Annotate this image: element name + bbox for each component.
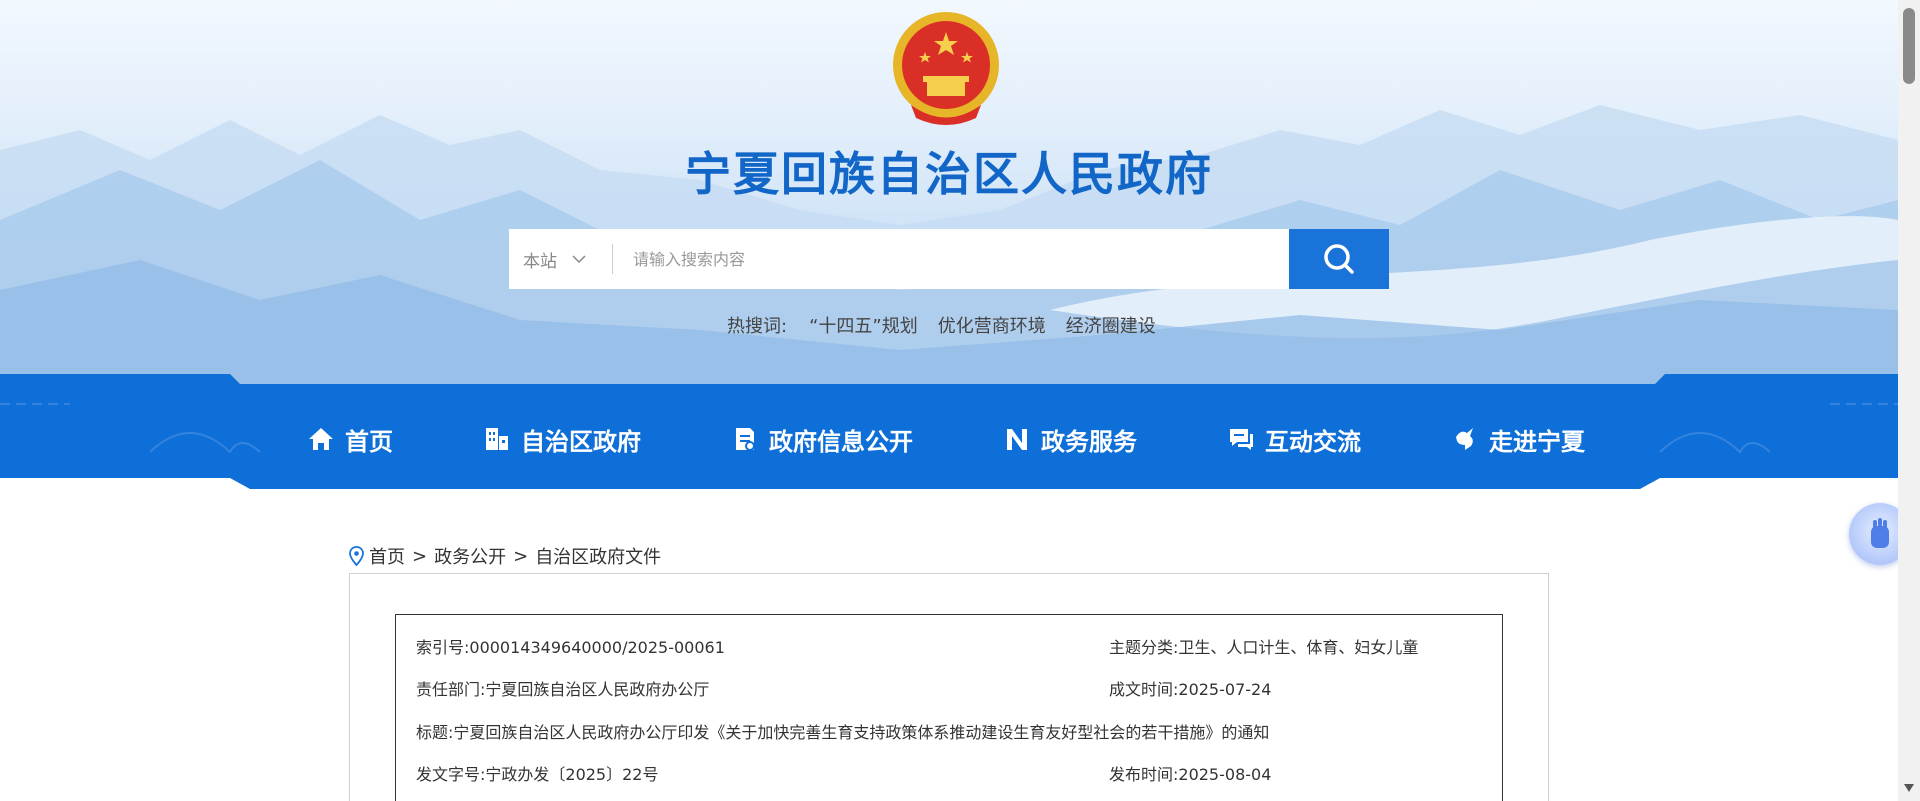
- search-scope-select[interactable]: 本站: [509, 229, 612, 289]
- header-banner: 宁夏回族自治区人民政府 本站 热搜词: “十四五”规划 优化营商环境 经济圈建设: [0, 0, 1898, 390]
- meta-subject: 主题分类:卫生、人口计生、体育、妇女儿童: [1109, 638, 1419, 657]
- location-pin-icon: [349, 546, 364, 566]
- nav-item-label: 政务服务: [1041, 427, 1137, 456]
- scrollbar-thumb[interactable]: [1903, 8, 1915, 84]
- nav-item-label: 走进宁夏: [1489, 427, 1585, 456]
- meta-publish-date: 发布时间:2025-08-04: [1109, 765, 1272, 784]
- nav-item-interaction[interactable]: 互动交流: [1227, 422, 1361, 457]
- nav-item-info-disclosure[interactable]: 政府信息公开: [731, 422, 913, 457]
- breadcrumb-affairs[interactable]: 政务公开: [434, 543, 506, 569]
- bird-icon: [1456, 428, 1473, 450]
- home-icon: [309, 428, 333, 450]
- document-meta-table: 索引号:000014349640000/2025-00061 主题分类:卫生、人…: [395, 614, 1503, 801]
- nav-item-label: 互动交流: [1265, 427, 1361, 456]
- meta-department: 责任部门:宁夏回族自治区人民政府办公厅: [416, 680, 710, 699]
- nav-item-about-ningxia[interactable]: 走进宁夏: [1451, 422, 1585, 457]
- national-emblem-icon: [893, 12, 999, 125]
- meta-doc-no: 发文字号:宁政办发〔2025〕22号: [416, 765, 659, 784]
- search-button[interactable]: [1289, 229, 1389, 289]
- breadcrumb: 首页 > 政务公开 > 自治区政府文件: [348, 543, 661, 569]
- nav-item-label: 政府信息公开: [769, 427, 913, 456]
- nav-item-government[interactable]: 自治区政府: [483, 422, 641, 457]
- nav-item-services[interactable]: 政务服务: [1003, 422, 1137, 457]
- breadcrumb-current[interactable]: 自治区政府文件: [535, 543, 661, 569]
- nav-item-label: 自治区政府: [521, 427, 641, 456]
- site-title: 宁夏回族自治区人民政府: [685, 147, 1213, 201]
- hot-search-words: 热搜词: “十四五”规划 优化营商环境 经济圈建设: [727, 312, 1176, 338]
- hot-search-item[interactable]: 优化营商环境: [938, 312, 1046, 338]
- search-icon: [1324, 244, 1354, 274]
- search-scope-label: 本站: [523, 251, 557, 272]
- meta-index-no: 索引号:000014349640000/2025-00061: [416, 638, 725, 657]
- chevron-down-icon: [572, 255, 586, 264]
- building-icon: [486, 428, 508, 450]
- meta-written-date: 成文时间:2025-07-24: [1109, 680, 1272, 699]
- service-icon: [1007, 429, 1027, 450]
- search-input[interactable]: [613, 229, 1289, 289]
- meta-title: 标题:宁夏回族自治区人民政府办公厅印发《关于加快完善生育支持政策体系推动建设生育…: [416, 723, 1270, 742]
- hot-search-label: 热搜词:: [727, 316, 788, 337]
- main-navigation: 首页 自治区政府 政府信息公开 政务服务 互动交流 走进宁夏: [0, 374, 1898, 489]
- nav-items: 首页 自治区政府 政府信息公开 政务服务 互动交流 走进宁夏: [300, 409, 1600, 469]
- hot-search-item[interactable]: 经济圈建设: [1066, 312, 1156, 338]
- chat-icon: [1230, 429, 1253, 450]
- breadcrumb-separator: >: [513, 545, 529, 567]
- hot-search-item[interactable]: “十四五”规划: [809, 312, 918, 338]
- breadcrumb-home[interactable]: 首页: [369, 543, 405, 569]
- nav-item-label: 首页: [345, 427, 393, 456]
- nav-item-home[interactable]: 首页: [307, 422, 393, 457]
- document-icon: [736, 428, 755, 451]
- hand-icon: [1871, 518, 1889, 548]
- scroll-down-arrow-icon[interactable]: [1904, 784, 1914, 792]
- search-bar: 本站: [509, 229, 1389, 289]
- page-scrollbar[interactable]: [1898, 0, 1920, 801]
- breadcrumb-separator: >: [412, 545, 428, 567]
